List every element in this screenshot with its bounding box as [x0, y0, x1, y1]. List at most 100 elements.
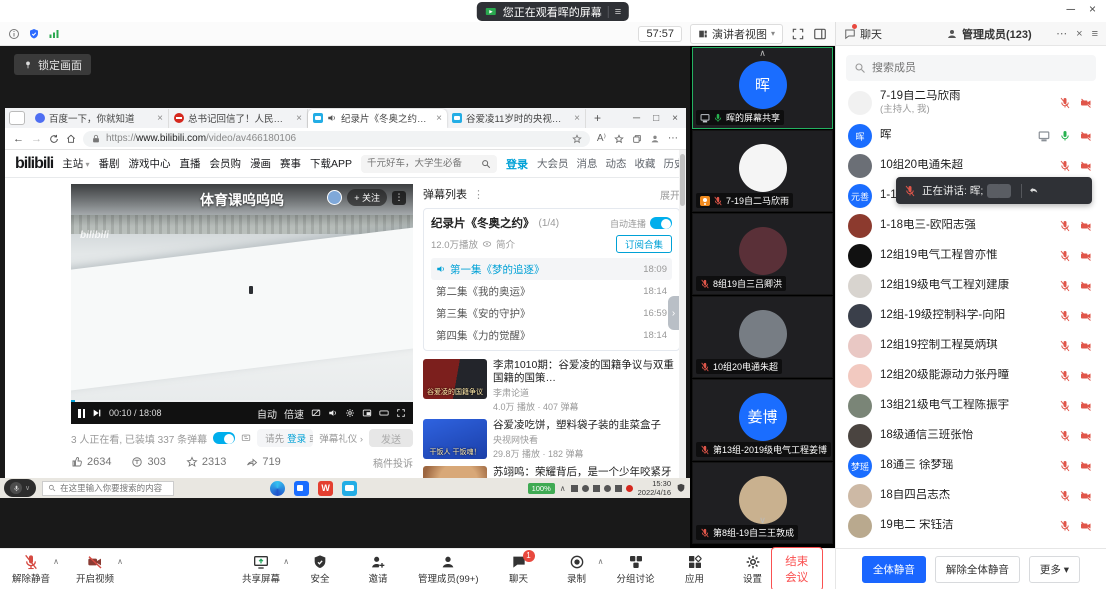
- more-button[interactable]: 更多 ▾: [1029, 556, 1080, 583]
- page-scrollbar[interactable]: [679, 150, 686, 478]
- collections-icon[interactable]: [632, 134, 642, 144]
- danmaku-list-expand[interactable]: 展开: [660, 187, 680, 202]
- browser-maximize-icon[interactable]: □: [653, 113, 659, 124]
- share-screen-button[interactable]: 共享屏幕∧: [242, 554, 280, 585]
- usernav-link[interactable]: 大会员: [537, 156, 569, 171]
- browser-tab-news[interactable]: 总书记回信了！人民日报连线...×: [169, 109, 308, 128]
- recommended-item[interactable]: 谷爱凌的国籍争议 李肃1010期：谷爱凌的国籍争议与双重国籍的国策…李肃论道4.…: [423, 359, 680, 413]
- camera-off-icon[interactable]: [1080, 130, 1092, 142]
- minimize-button[interactable]: ─: [1066, 2, 1075, 16]
- member-row[interactable]: 18级通信三班张怡: [836, 421, 1106, 451]
- record-options-caret[interactable]: ∧: [598, 557, 604, 566]
- quality-button[interactable]: 自动: [257, 406, 277, 421]
- danmaku-etiquette-link[interactable]: 弹幕礼仪 ›: [319, 431, 363, 445]
- favorite-button[interactable]: 2313: [186, 456, 226, 468]
- new-tab-button[interactable]: +: [594, 111, 601, 125]
- search-icon[interactable]: [481, 159, 491, 169]
- settings-button[interactable]: 设置: [735, 554, 771, 585]
- nav-link[interactable]: 直播: [179, 156, 200, 171]
- pause-button[interactable]: [78, 409, 85, 418]
- recommended-thumbnail[interactable]: 干饭人 干饭魂！: [423, 419, 487, 459]
- invite-button[interactable]: 邀请: [360, 554, 396, 585]
- record-button[interactable]: 录制∧: [559, 554, 595, 585]
- video-tile[interactable]: 姜博 第13组-2019级电气工程姜博: [692, 379, 833, 461]
- url-field[interactable]: https://www.bilibili.com/video/av4661801…: [83, 131, 590, 147]
- camera-off-icon[interactable]: [1080, 340, 1092, 352]
- video-tile[interactable]: 10组20电通朱超: [692, 296, 833, 378]
- read-aloud-icon[interactable]: A⁾: [597, 133, 606, 144]
- danmaku-block-icon[interactable]: [311, 408, 321, 418]
- taskbar-bilibili-icon[interactable]: [342, 481, 357, 496]
- widescreen-icon[interactable]: [379, 408, 389, 418]
- member-row[interactable]: 晖 晖: [836, 121, 1106, 151]
- player-more-icon[interactable]: ⋮: [392, 191, 406, 205]
- camera-off-icon[interactable]: [1080, 400, 1092, 412]
- sidebar-collapse-handle[interactable]: ›: [668, 296, 679, 330]
- collapse-strip-icon[interactable]: ∧: [759, 48, 766, 59]
- recommended-item[interactable]: 苏翊鸣：荣耀背后，是一个少年咬紧牙关的灵魂！: [423, 466, 680, 478]
- tab-actions-icon[interactable]: [9, 111, 25, 125]
- camera-off-icon[interactable]: [1080, 310, 1092, 322]
- camera-off-icon[interactable]: [1080, 280, 1092, 292]
- member-row[interactable]: 12组19电气工程曾亦惟: [836, 241, 1106, 271]
- camera-off-icon[interactable]: [1080, 460, 1092, 472]
- security-shield-icon[interactable]: [28, 28, 40, 40]
- danmaku-list-menu-icon[interactable]: ⋮: [473, 188, 484, 201]
- camera-off-icon[interactable]: [1080, 520, 1092, 532]
- taskbar-clock[interactable]: 15:302022/4/16: [638, 479, 671, 497]
- video-tile[interactable]: ∨ 第8组-19自三王敦成: [692, 462, 833, 544]
- video-tile[interactable]: 8组19自三吕卿洪: [692, 213, 833, 295]
- episode-item[interactable]: 第四集《力的觉醒》 18:14: [431, 324, 672, 346]
- member-row[interactable]: 梦瑶 18通三 徐梦瑶: [836, 451, 1106, 481]
- camera-off-icon[interactable]: [1080, 490, 1092, 502]
- video-tile[interactable]: 7-19自二马欣雨: [692, 130, 833, 212]
- mic-muted-icon[interactable]: [1059, 310, 1071, 322]
- video-player[interactable]: bilibili 体育课呜呜呜 + 关注 ⋮: [71, 184, 413, 424]
- usernav-link[interactable]: 收藏: [634, 156, 655, 171]
- member-row[interactable]: 12组19控制工程莫炳琪: [836, 331, 1106, 361]
- watching-banner[interactable]: 您正在观看晖的屏幕 ≡: [477, 2, 629, 21]
- taskbar-meeting-icon[interactable]: [294, 481, 309, 496]
- home-icon[interactable]: [66, 134, 76, 144]
- nav-link[interactable]: 漫画: [250, 156, 271, 171]
- taskbar-edge-icon[interactable]: [270, 481, 285, 496]
- episode-item[interactable]: 第三集《安的守护》 16:59: [431, 302, 672, 324]
- collection-intro-link[interactable]: 简介: [496, 237, 515, 251]
- uploader-avatar[interactable]: [327, 190, 342, 205]
- manage-members-button[interactable]: 管理成员(99+): [418, 554, 478, 585]
- nav-link[interactable]: 下载APP: [310, 156, 352, 171]
- member-searchbox[interactable]: [846, 55, 1096, 81]
- nav-link[interactable]: 赛事: [280, 156, 301, 171]
- danmaku-toggle[interactable]: [213, 432, 235, 444]
- taskbar-search[interactable]: [42, 481, 174, 496]
- mic-muted-icon[interactable]: [1059, 400, 1071, 412]
- mic-on-icon[interactable]: [1059, 130, 1071, 142]
- browser-close-icon[interactable]: ×: [672, 113, 678, 124]
- tab-close-icon[interactable]: ×: [157, 113, 163, 124]
- chat-button[interactable]: 1 聊天: [501, 554, 537, 585]
- tab-close-icon[interactable]: ×: [574, 113, 580, 124]
- apps-button[interactable]: 应用: [677, 554, 713, 585]
- send-danmaku-button[interactable]: 发送: [369, 429, 413, 447]
- unmute-button[interactable]: 解除静音∧: [12, 554, 50, 585]
- mic-muted-icon[interactable]: [1059, 490, 1071, 502]
- info-icon[interactable]: [8, 28, 20, 40]
- camera-off-icon[interactable]: [1080, 220, 1092, 232]
- member-row[interactable]: 13组21级电气工程陈振宇: [836, 391, 1106, 421]
- share-button[interactable]: 719: [246, 456, 280, 468]
- back-icon[interactable]: ←: [13, 133, 24, 145]
- browser-settings-icon[interactable]: ⋯: [668, 133, 678, 144]
- mic-muted-icon[interactable]: [1059, 340, 1071, 352]
- speed-button[interactable]: 倍速: [284, 406, 304, 421]
- pip-icon[interactable]: [362, 408, 372, 418]
- subscribe-collection-button[interactable]: 订阅合集: [616, 235, 672, 253]
- end-meeting-button[interactable]: 结束会议: [771, 547, 823, 589]
- member-row[interactable]: 7-19自二马欣雨 (主持人, 我): [836, 85, 1106, 121]
- start-video-button[interactable]: 开启视频∧: [76, 554, 114, 585]
- video-tile-sharing[interactable]: ∧ 晖 晖的屏幕共享: [692, 47, 833, 129]
- taskbar-wps-icon[interactable]: W: [318, 481, 333, 496]
- mic-muted-icon[interactable]: [1059, 220, 1071, 232]
- browser-tab-baidu[interactable]: 百度一下，你就知道×: [30, 109, 169, 128]
- like-button[interactable]: 2634: [71, 456, 111, 468]
- member-search-input[interactable]: [872, 62, 1072, 74]
